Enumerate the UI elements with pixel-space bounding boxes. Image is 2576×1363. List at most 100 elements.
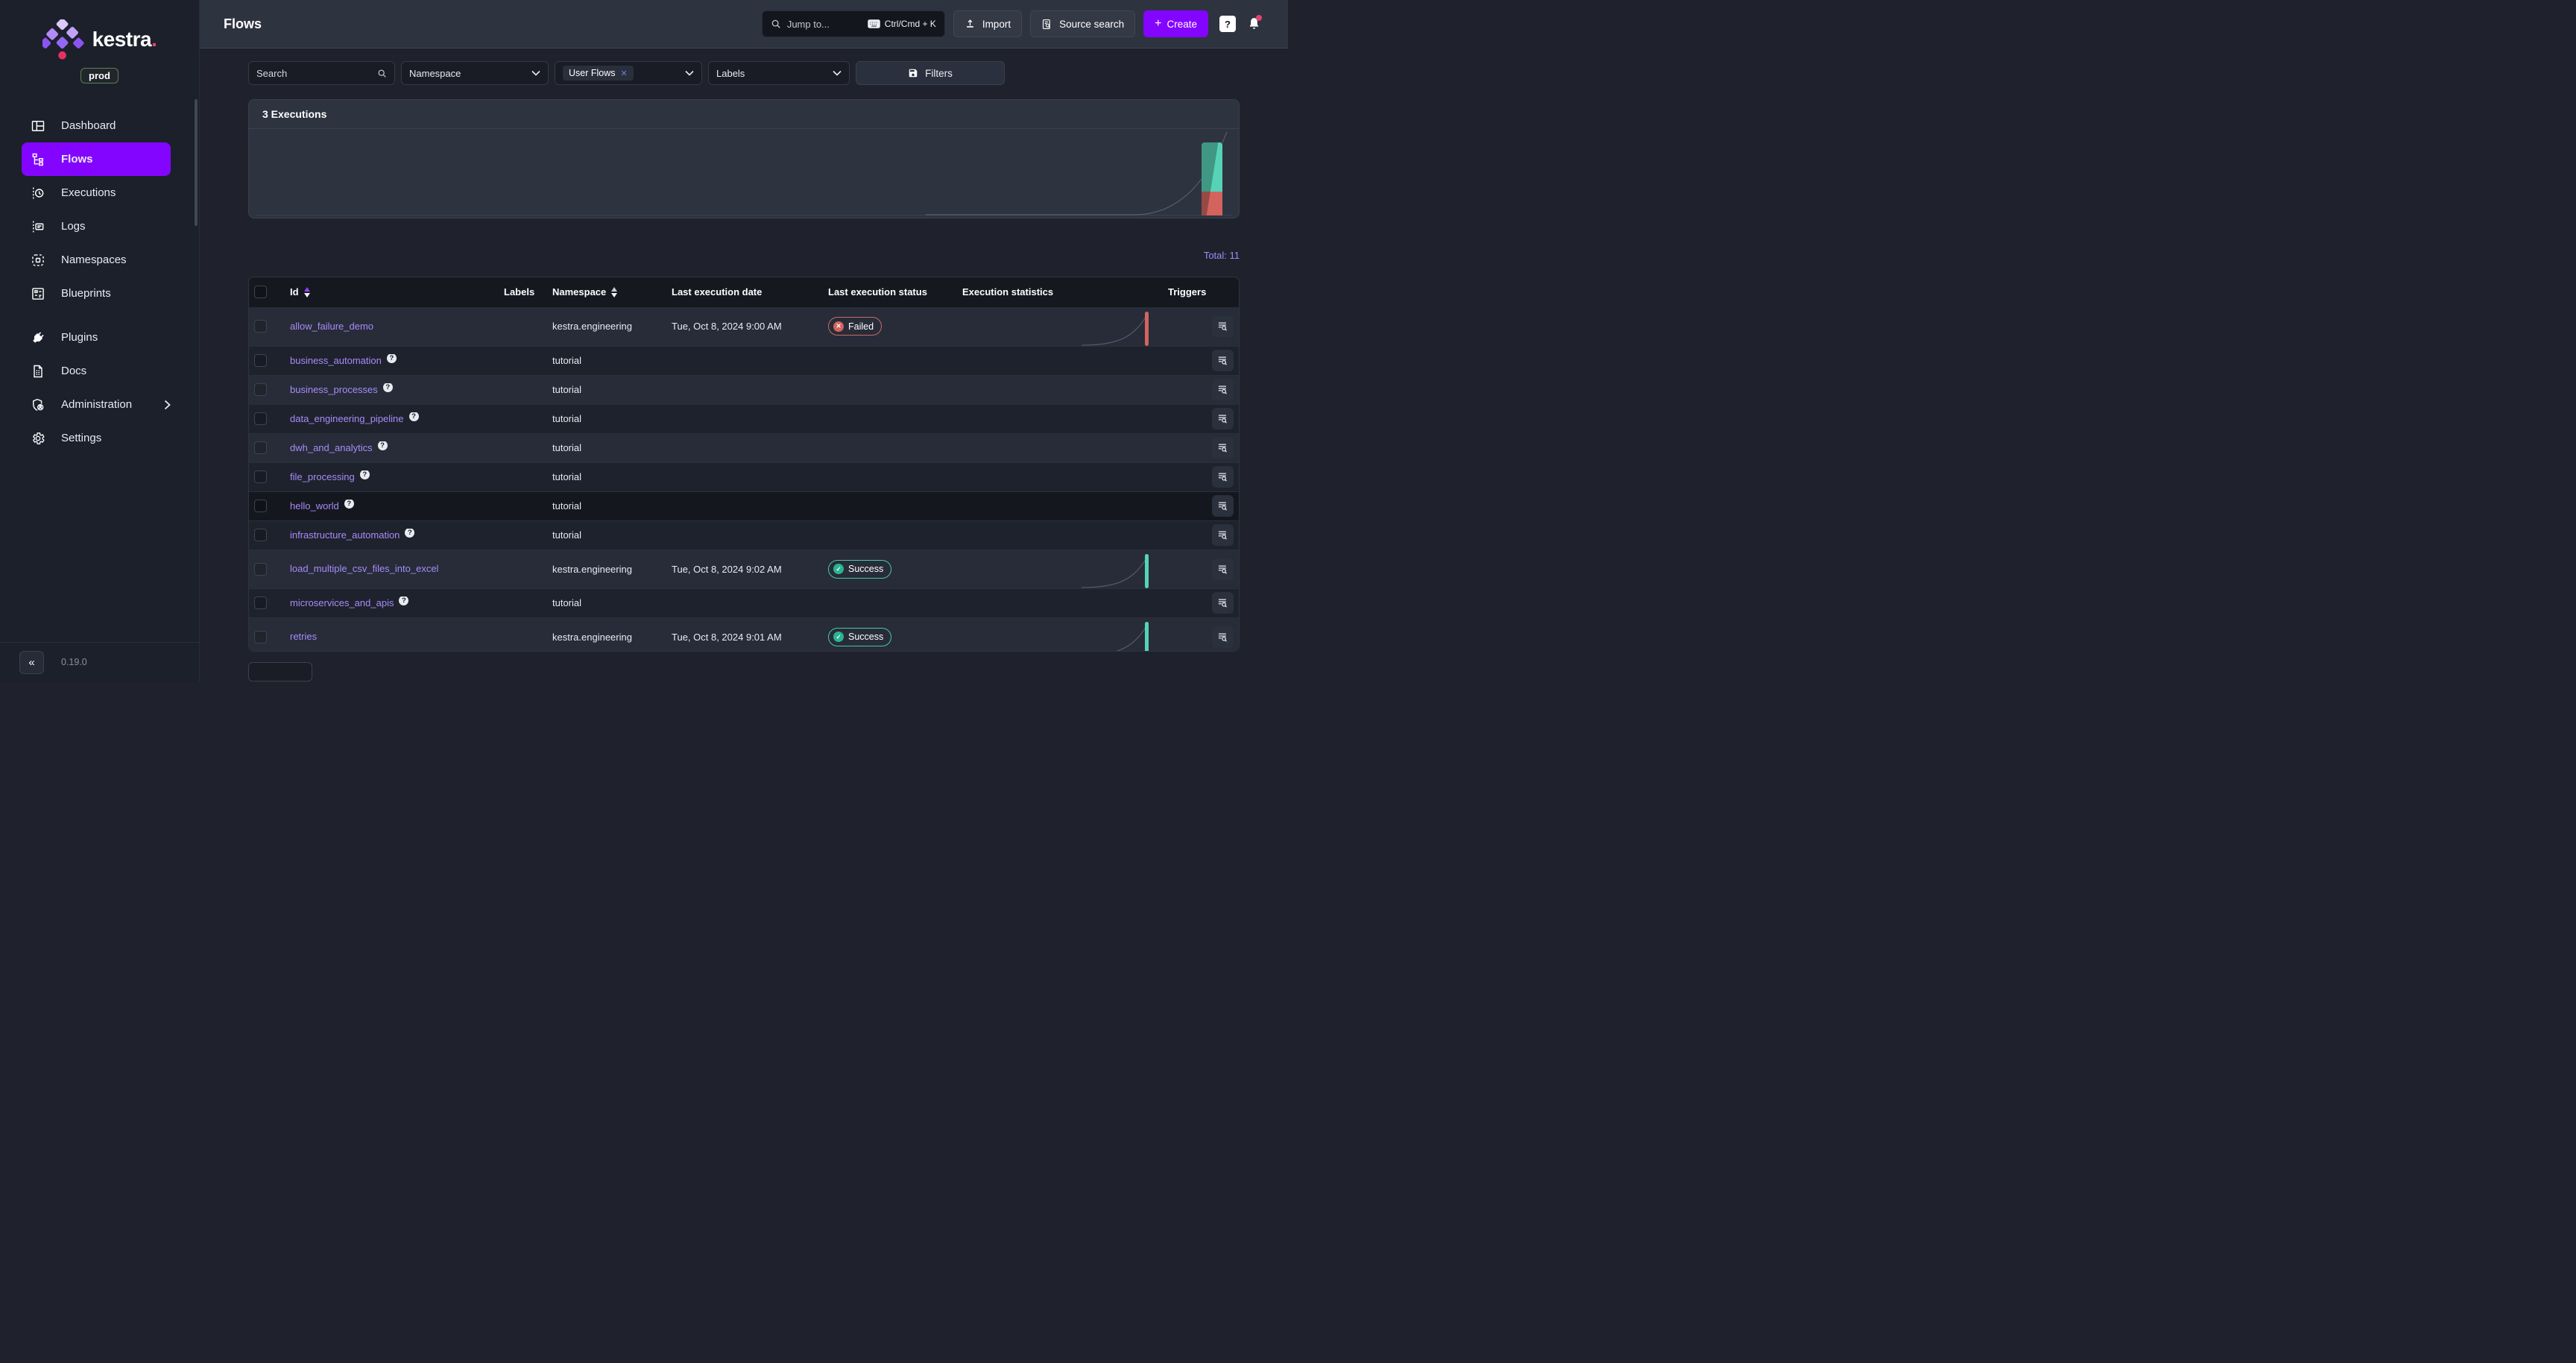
- docs-icon: [31, 364, 45, 379]
- triggers-button[interactable]: [1212, 495, 1234, 517]
- sidebar-item-dashboard[interactable]: Dashboard: [0, 109, 171, 142]
- sidebar-item-administration[interactable]: Administration: [0, 388, 171, 421]
- executions-chart[interactable]: [249, 129, 1239, 218]
- sidebar-nav: Dashboard Flows Executions Logs Namespaces Bl…: [0, 109, 199, 455]
- triggers-button[interactable]: [1212, 350, 1234, 371]
- flow-id-link[interactable]: microservices_and_apis: [290, 597, 394, 608]
- sidebar-item-settings[interactable]: Settings: [0, 421, 171, 455]
- flow-id-link[interactable]: retries: [290, 631, 317, 642]
- logo-block: kestra. prod: [0, 0, 199, 84]
- triggers-button[interactable]: [1212, 437, 1234, 459]
- triggers-button[interactable]: [1212, 626, 1234, 648]
- row-checkbox[interactable]: [254, 529, 267, 541]
- filter-bar: Search Namespace User Flows ✕ Labels: [248, 61, 1240, 85]
- sidebar-item-flows[interactable]: Flows: [22, 142, 171, 176]
- row-checkbox[interactable]: [254, 596, 267, 609]
- status-icon: ✕: [833, 321, 844, 332]
- total-count: Total: 11: [248, 250, 1240, 261]
- triggers-button[interactable]: [1212, 558, 1234, 580]
- triggers-button[interactable]: [1212, 408, 1234, 429]
- sidebar-item-logs[interactable]: Logs: [0, 210, 171, 243]
- close-icon[interactable]: ✕: [621, 69, 628, 78]
- table-row[interactable]: infrastructure_automation? tutorial: [249, 520, 1239, 550]
- execution-statistics-chart[interactable]: [962, 307, 1158, 346]
- column-last-execution-status: Last execution status: [823, 286, 957, 298]
- table-row[interactable]: hello_world? tutorial: [249, 491, 1239, 520]
- sidebar-item-label: Plugins: [61, 331, 98, 344]
- chevron-down-icon: [685, 70, 694, 76]
- sidebar-item-blueprints[interactable]: Blueprints: [0, 277, 171, 310]
- select-all-checkbox[interactable]: [254, 286, 267, 298]
- sidebar-item-label: Logs: [61, 220, 86, 233]
- import-button[interactable]: Import: [953, 10, 1022, 37]
- triggers-button[interactable]: [1212, 592, 1234, 614]
- flow-id-link[interactable]: dwh_and_analytics: [290, 442, 373, 453]
- flow-id-link[interactable]: file_processing: [290, 471, 355, 482]
- sidebar-item-label: Settings: [61, 432, 101, 444]
- flow-scope-select[interactable]: User Flows ✕: [555, 61, 702, 85]
- source-search-button[interactable]: Source search: [1030, 10, 1135, 37]
- triggers-button[interactable]: [1212, 315, 1234, 337]
- row-checkbox[interactable]: [254, 500, 267, 512]
- sidebar-item-docs[interactable]: Docs: [0, 354, 171, 388]
- table-row[interactable]: business_processes? tutorial: [249, 375, 1239, 404]
- table-row[interactable]: load_multiple_csv_files_into_excel kestr…: [249, 550, 1239, 588]
- table-row[interactable]: data_engineering_pipeline? tutorial: [249, 404, 1239, 433]
- labels-filter-select[interactable]: Labels: [708, 61, 850, 85]
- create-button[interactable]: + Create: [1143, 10, 1208, 37]
- notifications-bell[interactable]: [1247, 16, 1261, 31]
- execution-statistics-chart[interactable]: [962, 550, 1158, 588]
- sort-icon[interactable]: [304, 287, 310, 298]
- flow-id-link[interactable]: load_multiple_csv_files_into_excel: [290, 563, 438, 574]
- status-icon: ✓: [833, 564, 844, 574]
- table-row[interactable]: file_processing? tutorial: [249, 462, 1239, 491]
- flow-id-link[interactable]: allow_failure_demo: [290, 321, 373, 332]
- column-id[interactable]: Id: [285, 286, 499, 298]
- row-checkbox[interactable]: [254, 383, 267, 396]
- row-checkbox[interactable]: [254, 320, 267, 333]
- flow-id-link[interactable]: hello_world: [290, 500, 339, 511]
- table-row[interactable]: business_automation? tutorial: [249, 346, 1239, 375]
- row-checkbox[interactable]: [254, 563, 267, 576]
- last-execution-date: Tue, Oct 8, 2024 9:02 AM: [666, 564, 823, 575]
- sidebar-item-label: Blueprints: [61, 287, 111, 300]
- executions-card-title: 3 Executions: [249, 100, 1239, 129]
- filters-button[interactable]: Filters: [856, 61, 1005, 85]
- table-row[interactable]: retries kestra.engineering Tue, Oct 8, 2…: [249, 617, 1239, 652]
- table-row[interactable]: allow_failure_demo kestra.engineering Tu…: [249, 307, 1239, 346]
- sidebar-scrollbar[interactable]: [195, 99, 198, 226]
- collapse-sidebar-button[interactable]: «: [19, 651, 44, 674]
- row-checkbox[interactable]: [254, 631, 267, 643]
- search-input[interactable]: Search: [248, 61, 395, 85]
- triggers-button[interactable]: [1212, 524, 1234, 546]
- help-button[interactable]: ?: [1219, 16, 1236, 32]
- triggers-button[interactable]: [1212, 466, 1234, 488]
- row-checkbox[interactable]: [254, 412, 267, 425]
- plugins-icon: [31, 330, 45, 345]
- column-namespace[interactable]: Namespace: [547, 286, 666, 298]
- jump-to-search[interactable]: Jump to... Ctrl/Cmd + K: [762, 10, 945, 37]
- sidebar-item-label: Executions: [61, 186, 116, 199]
- row-checkbox[interactable]: [254, 441, 267, 454]
- sort-icon[interactable]: [611, 287, 617, 298]
- flow-id-link[interactable]: business_automation: [290, 355, 382, 366]
- upload-icon: [965, 19, 976, 30]
- sidebar-item-namespaces[interactable]: Namespaces: [0, 243, 171, 277]
- flow-id-link[interactable]: data_engineering_pipeline: [290, 413, 404, 424]
- row-checkbox[interactable]: [254, 470, 267, 483]
- table-row[interactable]: dwh_and_analytics? tutorial: [249, 433, 1239, 462]
- namespace-filter-select[interactable]: Namespace: [401, 61, 549, 85]
- execution-statistics-chart[interactable]: [962, 618, 1158, 652]
- sidebar-item-executions[interactable]: Executions: [0, 176, 171, 210]
- flow-id-link[interactable]: infrastructure_automation: [290, 529, 400, 541]
- row-checkbox[interactable]: [254, 354, 267, 367]
- sidebar-item-label: Flows: [61, 153, 93, 166]
- per-page-select[interactable]: [248, 662, 312, 682]
- blueprints-icon: [31, 286, 45, 301]
- stacked-bar[interactable]: [1202, 142, 1222, 215]
- table-row[interactable]: microservices_and_apis? tutorial: [249, 588, 1239, 617]
- sidebar-item-plugins[interactable]: Plugins: [0, 321, 171, 354]
- version-label: 0.19.0: [61, 657, 87, 667]
- flow-id-link[interactable]: business_processes: [290, 384, 378, 395]
- triggers-button[interactable]: [1212, 379, 1234, 400]
